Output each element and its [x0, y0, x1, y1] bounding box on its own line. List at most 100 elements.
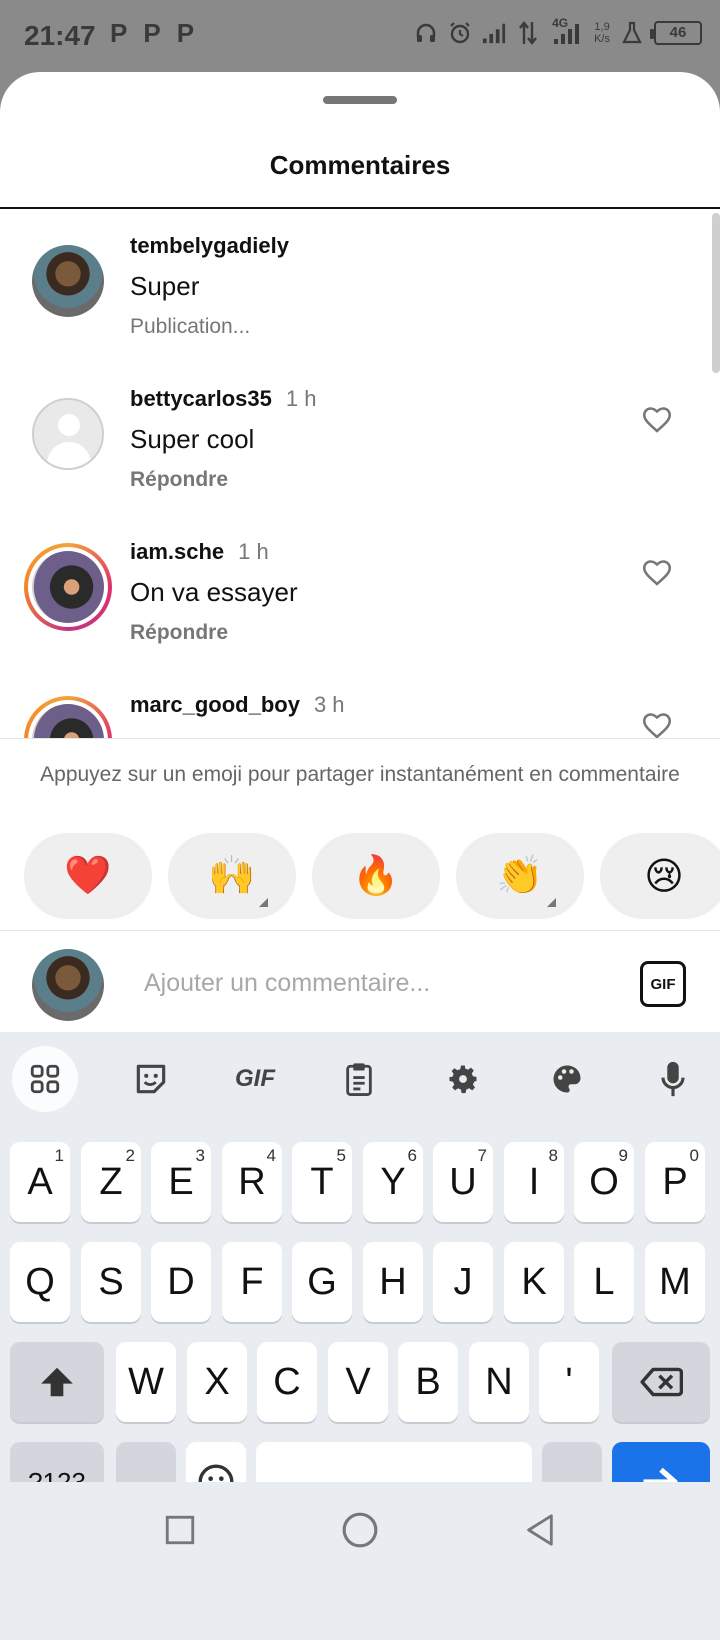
headphones-icon: [414, 18, 438, 48]
shift-key[interactable]: [10, 1342, 104, 1422]
clipboard-icon[interactable]: [326, 1046, 392, 1112]
signal-icon: [482, 18, 506, 48]
comment-time: 1 h: [285, 386, 317, 411]
emoji-heart-button[interactable]: ❤️: [24, 833, 152, 919]
key-b[interactable]: B: [398, 1342, 458, 1422]
key-l[interactable]: L: [574, 1242, 634, 1322]
back-triangle-icon[interactable]: [520, 1510, 560, 1550]
crying-emoji-icon: 😢: [644, 855, 684, 898]
sheet-grabber[interactable]: [323, 96, 397, 104]
emoji-crying-button[interactable]: 😢: [600, 833, 720, 919]
key-q[interactable]: Q: [10, 1242, 70, 1322]
key-label: V: [345, 1360, 371, 1403]
recents-square-icon[interactable]: [160, 1510, 200, 1550]
raised-hands-emoji-icon: 🙌: [208, 855, 256, 897]
gif-keyboard-button[interactable]: GIF: [222, 1046, 288, 1112]
alarm-icon: [448, 18, 472, 48]
key-r[interactable]: R4: [222, 1142, 282, 1222]
key-hint-number: 0: [689, 1146, 699, 1165]
keyboard-toolbar: GIF: [0, 1032, 720, 1124]
key-label: U: [449, 1160, 477, 1203]
comment-username[interactable]: tembelygadiely: [130, 233, 289, 259]
avatar[interactable]: [32, 704, 104, 739]
username-text[interactable]: tembelygadiely: [130, 233, 289, 258]
key-hint-number: 4: [266, 1146, 276, 1165]
key-w[interactable]: W: [116, 1342, 176, 1422]
key-n[interactable]: N: [469, 1342, 529, 1422]
apps-grid-icon[interactable]: [12, 1046, 78, 1112]
key-x[interactable]: X: [187, 1342, 247, 1422]
emoji-quick-bar: Appuyez sur un emoji pour partager insta…: [0, 738, 720, 930]
like-heart-icon[interactable]: [640, 402, 674, 436]
comment-item: marc_good_boy 3 h: [0, 668, 720, 739]
emoji-fire-button[interactable]: 🔥: [312, 833, 440, 919]
key-label: K: [521, 1260, 547, 1303]
key-label: ': [565, 1360, 573, 1403]
settings-gear-icon[interactable]: [430, 1046, 496, 1112]
comment-username[interactable]: marc_good_boy 3 h: [130, 692, 345, 718]
avatar[interactable]: [32, 245, 104, 317]
key-y[interactable]: Y6: [363, 1142, 423, 1222]
key-label: C: [273, 1360, 301, 1403]
reply-link[interactable]: Répondre: [130, 621, 228, 645]
key-d[interactable]: D: [151, 1242, 211, 1322]
emoji-raised-hands-button[interactable]: 🙌: [168, 833, 296, 919]
username-text[interactable]: marc_good_boy: [130, 692, 300, 717]
like-heart-icon[interactable]: [640, 555, 674, 589]
comment-text: On va essayer: [130, 577, 298, 607]
avatar[interactable]: [32, 551, 104, 623]
key-c[interactable]: C: [257, 1342, 317, 1422]
theme-palette-icon[interactable]: [534, 1046, 600, 1112]
emoji-row: ❤️ 🙌 🔥 👏 😢: [24, 833, 720, 919]
key-m[interactable]: M: [645, 1242, 705, 1322]
avatar[interactable]: [32, 398, 104, 470]
key-label: R: [238, 1160, 266, 1203]
avatar-story-ring[interactable]: [24, 543, 112, 631]
sticker-icon[interactable]: [118, 1046, 184, 1112]
comments-list[interactable]: tembelygadiely Super Publication... bett…: [0, 209, 720, 739]
avatar-story-ring[interactable]: [24, 696, 112, 739]
microphone-icon[interactable]: [640, 1046, 706, 1112]
key-g[interactable]: G: [292, 1242, 352, 1322]
key-label: H: [379, 1260, 407, 1303]
heart-emoji-icon: ❤️: [64, 855, 112, 897]
comment-input[interactable]: [144, 963, 584, 1003]
comment-username[interactable]: bettycarlos35 1 h: [130, 386, 316, 412]
key-t[interactable]: T5: [292, 1142, 352, 1222]
key-apostrophe[interactable]: ': [539, 1342, 599, 1422]
status-time: 21:47: [24, 20, 96, 51]
key-f[interactable]: F: [222, 1242, 282, 1322]
key-label: G: [307, 1260, 337, 1303]
key-s[interactable]: S: [81, 1242, 141, 1322]
username-text[interactable]: bettycarlos35: [130, 386, 272, 411]
key-u[interactable]: U7: [433, 1142, 493, 1222]
key-label: E: [168, 1160, 194, 1203]
key-label: S: [98, 1260, 124, 1303]
comment-username[interactable]: iam.sche 1 h: [130, 539, 269, 565]
emoji-clap-button[interactable]: 👏: [456, 833, 584, 919]
reply-link[interactable]: Répondre: [130, 468, 228, 492]
net-speed: 1,9 K/s: [594, 21, 610, 45]
key-o[interactable]: O9: [574, 1142, 634, 1222]
data-arrows-icon: [516, 18, 540, 48]
key-i[interactable]: I8: [504, 1142, 564, 1222]
key-label: T: [310, 1160, 334, 1203]
key-h[interactable]: H: [363, 1242, 423, 1322]
key-label: O: [589, 1160, 619, 1203]
key-z[interactable]: Z2: [81, 1142, 141, 1222]
home-circle-icon[interactable]: [340, 1510, 380, 1550]
key-v[interactable]: V: [328, 1342, 388, 1422]
key-a[interactable]: A1: [10, 1142, 70, 1222]
like-heart-icon[interactable]: [640, 708, 674, 739]
key-p[interactable]: P0: [645, 1142, 705, 1222]
key-j[interactable]: J: [433, 1242, 493, 1322]
key-e[interactable]: E3: [151, 1142, 211, 1222]
shift-arrow-icon: [41, 1367, 73, 1397]
gif-button[interactable]: GIF: [640, 961, 686, 1007]
notification-icon: P: [110, 18, 128, 48]
network-type-label: 4G: [552, 16, 569, 30]
username-text[interactable]: iam.sche: [130, 539, 224, 564]
key-k[interactable]: K: [504, 1242, 564, 1322]
key-label: W: [128, 1360, 164, 1403]
backspace-key[interactable]: [612, 1342, 710, 1422]
